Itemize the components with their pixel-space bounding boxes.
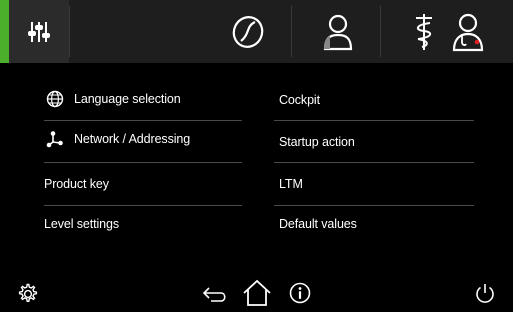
menu-item-label: Product key xyxy=(44,177,109,191)
menu-item-language-selection[interactable]: Language selection xyxy=(44,78,242,120)
active-tab-accent xyxy=(0,0,9,63)
globe-icon xyxy=(44,88,66,110)
service-caduceus-icon xyxy=(416,13,432,50)
network-icon xyxy=(44,128,66,150)
tab-user[interactable] xyxy=(292,0,380,63)
menu-item-label: Network / Addressing xyxy=(74,132,191,146)
back-button[interactable] xyxy=(199,280,231,308)
power-button[interactable] xyxy=(472,280,498,306)
menu-item-label: Language selection xyxy=(74,92,181,106)
tab-separator xyxy=(69,6,70,57)
menu-item-product-key[interactable]: Product key xyxy=(44,163,242,205)
back-arrow-icon xyxy=(202,287,226,302)
home-button[interactable] xyxy=(241,277,273,309)
menu-item-label: LTM xyxy=(279,177,303,191)
settings-sliders-icon xyxy=(28,21,50,42)
gear-icon xyxy=(18,283,38,302)
menu-item-network-addressing[interactable]: Network / Addressing xyxy=(44,118,242,160)
settings-button[interactable] xyxy=(14,280,42,308)
menu-item-label: Startup action xyxy=(279,135,355,149)
menu-item-default-values[interactable]: Default values xyxy=(279,203,474,245)
menu-item-cockpit[interactable]: Cockpit xyxy=(279,79,474,121)
menu-item-ltm[interactable]: LTM xyxy=(279,163,474,205)
user-profile-icon xyxy=(323,14,353,50)
home-icon xyxy=(243,279,271,306)
menu-item-label: Default values xyxy=(279,217,357,231)
menu-item-level-settings[interactable]: Level settings xyxy=(44,203,242,245)
top-navigation-bar xyxy=(0,0,513,63)
power-icon xyxy=(476,284,494,303)
menu-item-startup-action[interactable]: Startup action xyxy=(279,121,474,163)
doctor-user-icon xyxy=(452,13,484,51)
tab-settings[interactable] xyxy=(9,0,69,63)
tab-service[interactable] xyxy=(381,0,513,63)
menu-item-label: Level settings xyxy=(44,217,120,231)
tab-beverages[interactable] xyxy=(205,0,290,63)
info-icon xyxy=(289,282,311,304)
menu-item-label: Cockpit xyxy=(279,93,320,107)
info-button[interactable] xyxy=(287,280,313,306)
coffee-bean-icon xyxy=(232,15,263,48)
